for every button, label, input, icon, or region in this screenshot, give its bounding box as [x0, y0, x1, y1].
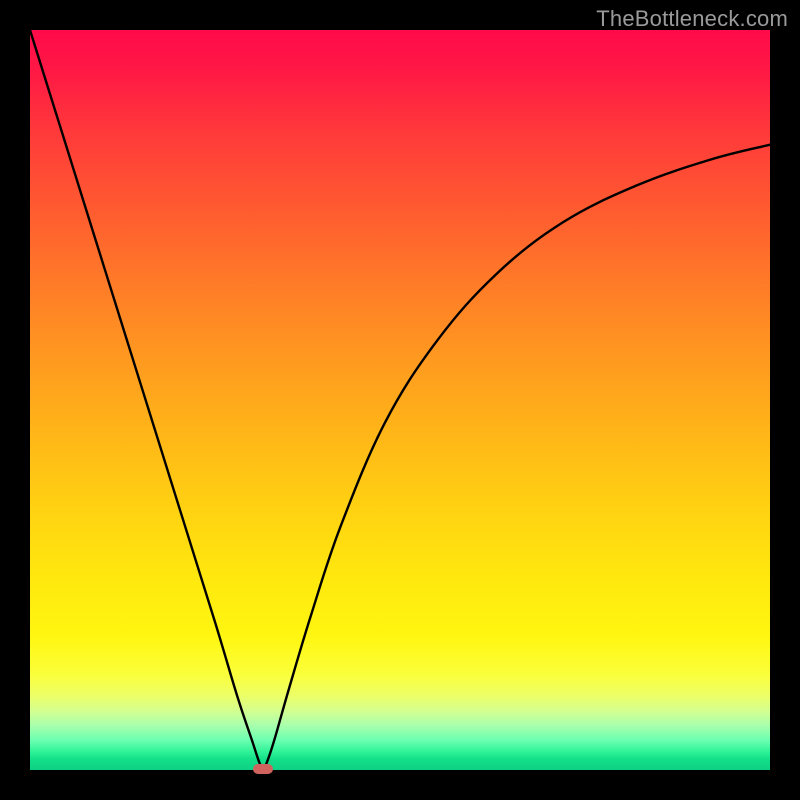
watermark-text: TheBottleneck.com: [596, 6, 788, 32]
chart-stage: TheBottleneck.com: [0, 0, 800, 800]
curve-layer: [30, 30, 770, 770]
bottleneck-curve: [30, 30, 770, 769]
minimum-bottleneck-marker: [253, 764, 273, 774]
plot-area: [30, 30, 770, 770]
